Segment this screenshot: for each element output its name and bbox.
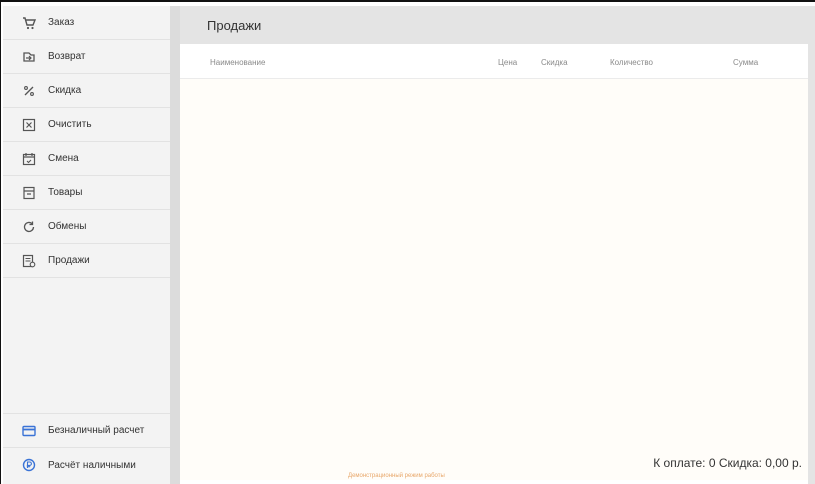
- sidebar-item-return[interactable]: Возврат: [3, 40, 170, 74]
- sidebar-item-cash-payment[interactable]: Расчёт наличными: [3, 448, 170, 482]
- percent-icon: [22, 84, 36, 98]
- sidebar-item-label: Очистить: [48, 119, 92, 130]
- column-header-discount[interactable]: Скидка: [541, 58, 568, 67]
- cash-icon: [22, 458, 36, 472]
- goods-icon: [22, 186, 36, 200]
- column-header-price[interactable]: Цена: [498, 58, 517, 67]
- sidebar-item-exchanges[interactable]: Обмены: [3, 210, 170, 244]
- sidebar-item-goods[interactable]: Товары: [3, 176, 170, 210]
- window-left-border: [0, 0, 1, 484]
- sidebar-item-sales[interactable]: Продажи: [3, 244, 170, 278]
- sidebar-item-discount[interactable]: Скидка: [3, 74, 170, 108]
- payment-total: К оплате: 0 Скидка: 0,00 р.: [653, 456, 802, 470]
- demo-mode-note: Демонстрационный режим работы: [348, 473, 445, 479]
- sidebar: Заказ Возврат Скидка Очистить Смена Това…: [3, 6, 170, 484]
- sidebar-item-label: Безналичный расчет: [48, 425, 145, 436]
- sidebar-item-label: Товары: [48, 187, 83, 198]
- sidebar-item-label: Смена: [48, 153, 79, 164]
- table-body: [180, 79, 808, 449]
- sidebar-item-label: Скидка: [48, 85, 82, 96]
- sales-table-panel: Наименование Цена Скидка Количество Сумм…: [180, 44, 808, 480]
- panel-right-edge: [808, 6, 815, 484]
- refresh-icon: [22, 220, 36, 234]
- sidebar-item-label: Обмены: [48, 221, 87, 232]
- column-header-name[interactable]: Наименование: [210, 58, 265, 67]
- table-header: Наименование Цена Скидка Количество Сумм…: [180, 44, 808, 79]
- cart-icon: [22, 16, 36, 30]
- sidebar-item-label: Расчёт наличными: [48, 459, 136, 471]
- sidebar-item-clear[interactable]: Очистить: [3, 108, 170, 142]
- column-header-sum[interactable]: Сумма: [733, 58, 758, 67]
- sidebar-item-order[interactable]: Заказ: [3, 6, 170, 40]
- sidebar-item-label: Заказ: [48, 17, 75, 28]
- panel-gutter: [170, 6, 180, 484]
- sales-icon: [22, 254, 36, 268]
- calendar-icon: [22, 152, 36, 166]
- sidebar-item-label: Возврат: [48, 51, 86, 62]
- page-title: Продажи: [207, 18, 262, 33]
- sidebar-item-label: Продажи: [48, 255, 90, 266]
- column-header-quantity[interactable]: Количество: [610, 58, 653, 67]
- card-icon: [22, 424, 36, 438]
- sidebar-item-card-payment[interactable]: Безналичный расчет: [3, 414, 170, 448]
- clear-icon: [22, 118, 36, 132]
- main-header: Продажи: [180, 6, 815, 44]
- sidebar-item-shift[interactable]: Смена: [3, 142, 170, 176]
- return-icon: [22, 50, 36, 64]
- window-top-border: [0, 0, 815, 2]
